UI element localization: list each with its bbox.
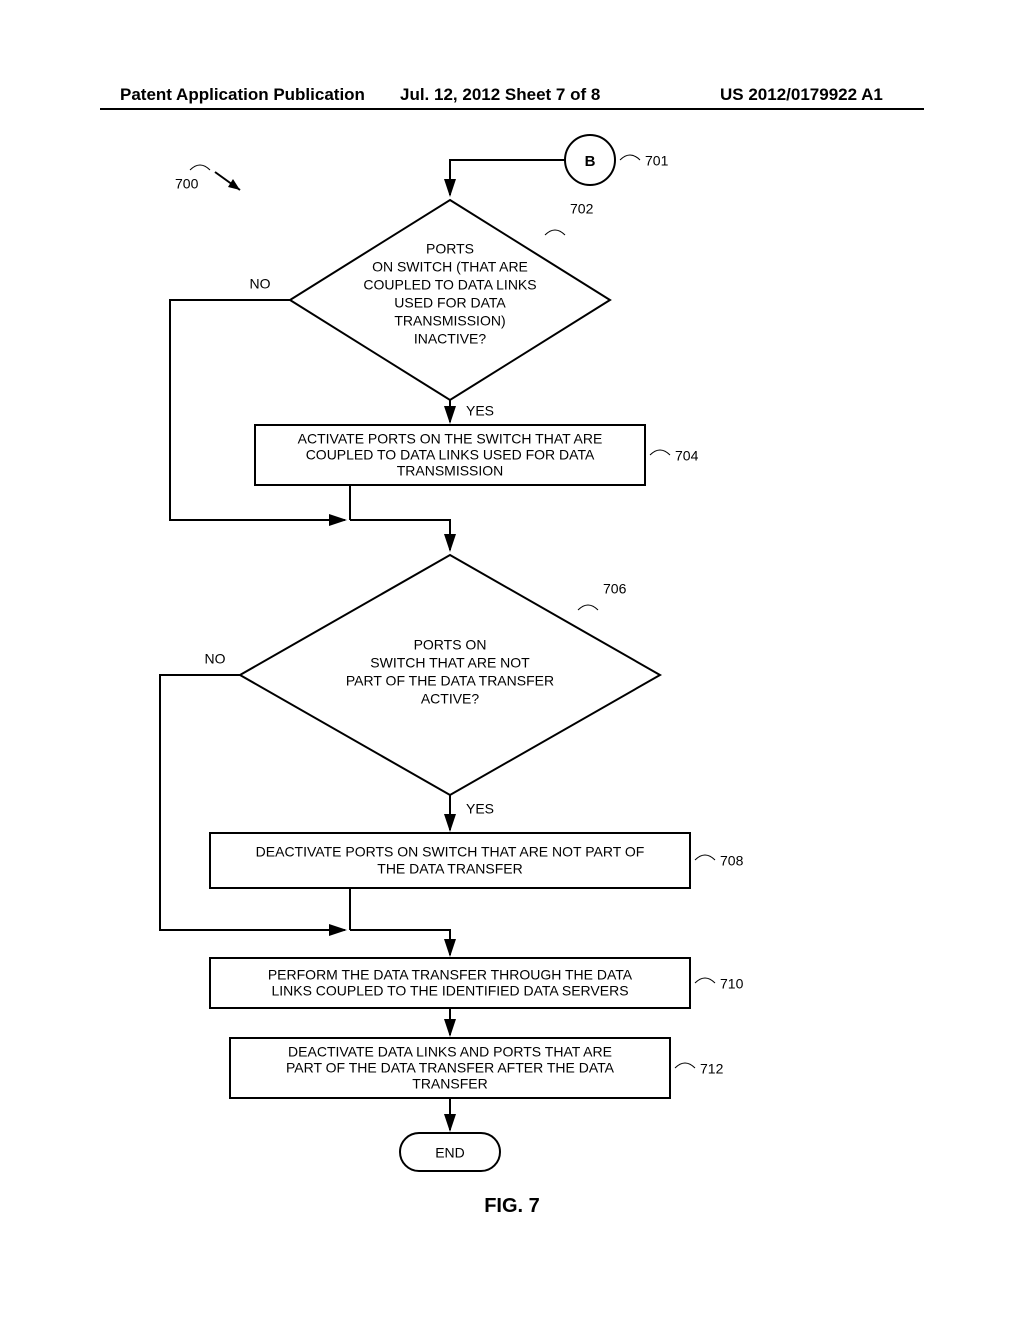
edge-702-no: NO (250, 276, 271, 292)
p704-line1: ACTIVATE PORTS ON THE SWITCH THAT ARE (298, 431, 603, 447)
d702-line2: ON SWITCH (THAT ARE (372, 259, 528, 275)
connector-b-label: B (585, 153, 596, 170)
p708-line1: DEACTIVATE PORTS ON SWITCH THAT ARE NOT … (256, 844, 645, 860)
figure-caption: FIG. 7 (100, 1195, 924, 1218)
edge-706-yes: YES (466, 801, 494, 817)
header-patent-number: US 2012/0179922 A1 (720, 85, 883, 105)
header-rule (100, 108, 924, 110)
ref-701: 701 (645, 153, 669, 169)
ref-710: 710 (720, 976, 744, 992)
header-date-sheet: Jul. 12, 2012 Sheet 7 of 8 (400, 85, 600, 105)
d702-line5: TRANSMISSION) (394, 313, 505, 329)
d702-line4: USED FOR DATA (394, 295, 506, 311)
ref-702: 702 (570, 201, 594, 217)
ref-706: 706 (603, 581, 627, 597)
p710-line1: PERFORM THE DATA TRANSFER THROUGH THE DA… (268, 967, 633, 983)
p708-line2: THE DATA TRANSFER (377, 861, 522, 877)
d702-line1: PORTS (426, 241, 474, 257)
p712-line1: DEACTIVATE DATA LINKS AND PORTS THAT ARE (288, 1044, 612, 1060)
d706-line1: PORTS ON (414, 637, 487, 653)
ref-704: 704 (675, 448, 699, 464)
p710-line2: LINKS COUPLED TO THE IDENTIFIED DATA SER… (271, 983, 628, 999)
ref-712: 712 (700, 1061, 724, 1077)
d706-line3: PART OF THE DATA TRANSFER (346, 673, 554, 689)
p704-line3: TRANSMISSION (397, 463, 504, 479)
edge-706-no: NO (205, 651, 226, 667)
d702-line6: INACTIVE? (414, 331, 487, 347)
ref-708: 708 (720, 853, 744, 869)
p704-line2: COUPLED TO DATA LINKS USED FOR DATA (306, 447, 595, 463)
ref-700: 700 (175, 176, 199, 192)
header-publication: Patent Application Publication (120, 85, 365, 105)
edge-702-yes: YES (466, 403, 494, 419)
d706-line2: SWITCH THAT ARE NOT (370, 655, 530, 671)
end-label: END (435, 1145, 465, 1161)
p712-line3: TRANSFER (412, 1076, 487, 1092)
flowchart-diagram: B 701 700 PORTS ON SWITCH (THAT ARE COUP… (100, 130, 924, 1280)
d706-line4: ACTIVE? (421, 691, 480, 707)
d702-line3: COUPLED TO DATA LINKS (363, 277, 536, 293)
p712-line2: PART OF THE DATA TRANSFER AFTER THE DATA (286, 1060, 615, 1076)
